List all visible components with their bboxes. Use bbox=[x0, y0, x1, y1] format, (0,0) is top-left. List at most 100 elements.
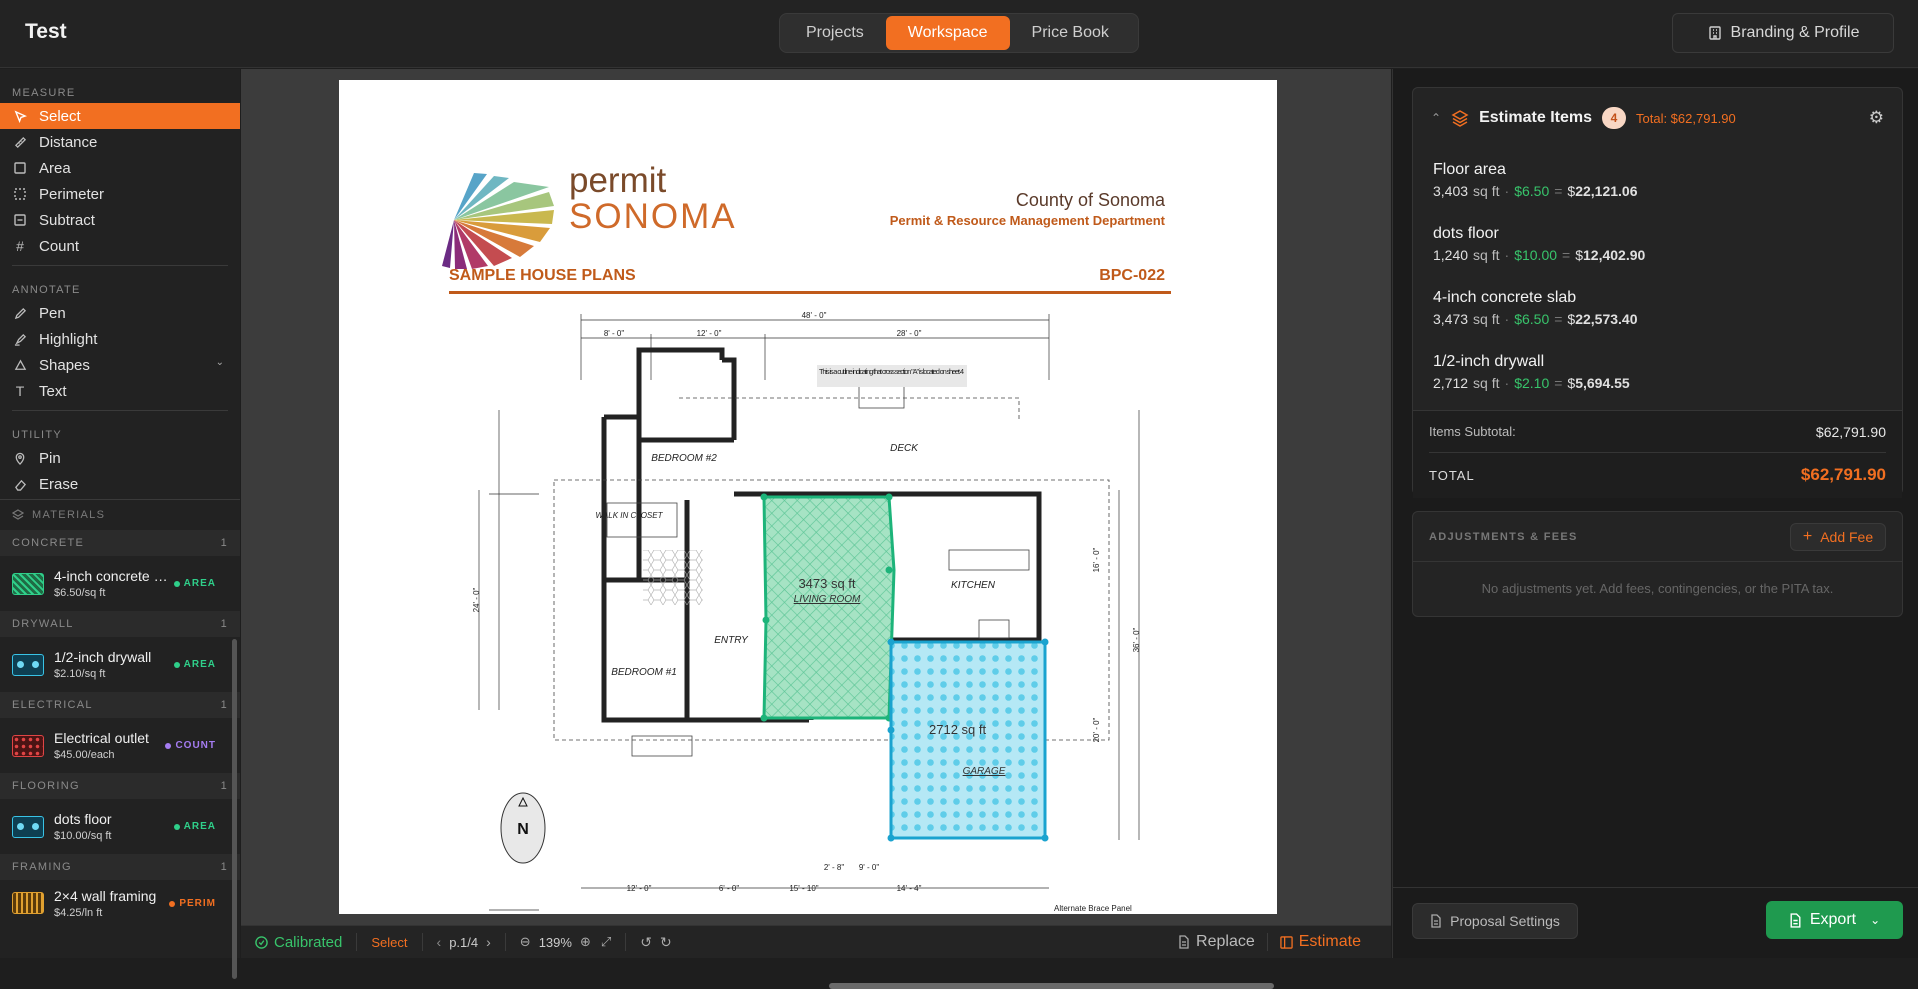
dim-label: 15' - 10" bbox=[789, 884, 818, 893]
gear-icon[interactable]: ⚙ bbox=[1869, 108, 1884, 128]
highlighter-icon bbox=[13, 332, 27, 346]
item-name: dots floor bbox=[1433, 225, 1499, 242]
tool-count[interactable]: # Count bbox=[0, 233, 240, 259]
plan-sheet[interactable]: permit SONOMA County of Sonoma Permit & … bbox=[339, 80, 1277, 914]
room-label: ENTRY bbox=[714, 635, 749, 646]
export-button[interactable]: Export ⌄ bbox=[1766, 901, 1903, 939]
logo-line2: SONOMA bbox=[569, 197, 737, 236]
chevron-up-icon[interactable]: ⌃ bbox=[1431, 111, 1441, 125]
category-flooring[interactable]: FLOORING 1 bbox=[0, 773, 240, 799]
category-count: 1 bbox=[220, 618, 228, 630]
dim-label: 9' - 0" bbox=[859, 863, 880, 872]
estimate-item[interactable]: Floor area 3,403 sq ft · $6.50 = $22,121.06 bbox=[1413, 148, 1902, 212]
top-bar: Test Projects Workspace Price Book Brand… bbox=[0, 0, 1918, 68]
tool-pin-label: Pin bbox=[39, 449, 61, 467]
estimate-item[interactable]: 4-inch concrete slab 3,473 sq ft · $6.50 = $2… bbox=[1413, 276, 1902, 340]
dim-label: 2' - 8" bbox=[824, 863, 845, 872]
tool-shapes[interactable]: Shapes ⌄ bbox=[0, 352, 240, 378]
estimate-toggle-button[interactable]: Estimate bbox=[1280, 933, 1361, 951]
category-concrete[interactable]: CONCRETE 1 bbox=[0, 530, 240, 556]
material-item[interactable]: 1/2-inch drywall $2.10/sq ft AREA bbox=[0, 637, 240, 692]
framing-swatch bbox=[12, 892, 44, 914]
rotate-left-icon[interactable]: ↺ bbox=[640, 934, 652, 951]
category-electrical[interactable]: ELECTRICAL 1 bbox=[0, 692, 240, 718]
category-framing[interactable]: FRAMING 1 bbox=[0, 854, 240, 880]
chevron-down-icon: ⌄ bbox=[1870, 913, 1881, 927]
dots-swatch bbox=[12, 653, 44, 676]
layers-icon bbox=[1451, 110, 1469, 127]
calibration-status[interactable]: Calibrated bbox=[255, 934, 342, 951]
tool-subtract-label: Subtract bbox=[39, 211, 95, 229]
measure-section-label: MEASURE bbox=[12, 87, 76, 99]
tab-price-book[interactable]: Price Book bbox=[1010, 16, 1131, 50]
item-rate[interactable]: 6.50 bbox=[1522, 311, 1549, 327]
chevron-left-icon[interactable]: ‹ bbox=[437, 934, 442, 950]
tool-select[interactable]: Select bbox=[0, 103, 240, 129]
drawing-canvas[interactable]: permit SONOMA County of Sonoma Permit & … bbox=[241, 69, 1627, 989]
tool-text-label: Text bbox=[39, 382, 67, 400]
tool-area[interactable]: Area bbox=[0, 155, 240, 181]
add-fee-button[interactable]: + Add Fee bbox=[1790, 522, 1886, 551]
plan-code: BPC-022 bbox=[1099, 267, 1165, 284]
tool-pin[interactable]: Pin bbox=[0, 445, 240, 471]
tool-count-label: Count bbox=[39, 237, 80, 255]
tool-shapes-label: Shapes bbox=[39, 356, 90, 374]
canvas-horizontal-scrollbar[interactable] bbox=[829, 983, 1274, 989]
dim-label: 12' - 0" bbox=[697, 329, 722, 338]
chevron-down-icon[interactable]: ⌄ bbox=[216, 357, 224, 368]
fit-screen-icon[interactable]: ⤢ bbox=[601, 934, 611, 950]
tool-highlight[interactable]: Highlight bbox=[0, 326, 240, 352]
tool-text[interactable]: T Text bbox=[0, 378, 240, 404]
rotate-right-icon[interactable]: ↻ bbox=[660, 934, 672, 951]
replace-label: Replace bbox=[1196, 933, 1255, 950]
calibrated-label: Calibrated bbox=[274, 933, 343, 951]
chevron-right-icon[interactable]: › bbox=[486, 934, 491, 950]
category-drywall[interactable]: DRYWALL 1 bbox=[0, 611, 240, 637]
estimate-item[interactable]: 1/2-inch drywall 2,712 sq ft · $2.10 = $5,694… bbox=[1413, 340, 1902, 404]
replace-button[interactable]: Replace bbox=[1178, 933, 1255, 951]
item-rate[interactable]: 10.00 bbox=[1522, 247, 1557, 263]
category-name: ELECTRICAL bbox=[12, 699, 93, 711]
dim-label: 24' - 0" bbox=[472, 587, 481, 612]
tool-erase-label: Erase bbox=[39, 475, 79, 493]
subtotal-value: $62,791.90 bbox=[1815, 423, 1886, 440]
estimate-item[interactable]: dots floor 1,240 sq ft · $10.00 = $12,402.90 bbox=[1413, 212, 1902, 276]
estimate-header[interactable]: ⌃ Estimate Items 4 Total: $62,791.90 ⚙ bbox=[1413, 88, 1902, 148]
zoom-out-icon[interactable]: ⊖ bbox=[520, 934, 531, 950]
tab-workspace[interactable]: Workspace bbox=[885, 16, 1010, 50]
estimate-total-summary: Total: $62,791.90 bbox=[1636, 110, 1736, 126]
tab-projects[interactable]: Projects bbox=[784, 16, 886, 50]
item-unit: sq ft bbox=[1473, 311, 1500, 327]
tool-distance-label: Distance bbox=[39, 133, 98, 151]
branding-profile-button[interactable]: Branding & Profile bbox=[1672, 13, 1894, 53]
tool-erase[interactable]: Erase bbox=[0, 471, 240, 497]
category-count: 1 bbox=[220, 861, 228, 873]
item-name: Floor area bbox=[1433, 161, 1506, 178]
item-rate[interactable]: 6.50 bbox=[1522, 183, 1549, 199]
tool-perimeter-label: Perimeter bbox=[39, 185, 105, 203]
dots-swatch bbox=[12, 815, 44, 838]
text-icon: T bbox=[15, 383, 25, 399]
document-icon bbox=[1179, 935, 1189, 949]
document-icon bbox=[1431, 914, 1441, 928]
floor-plan-drawing[interactable]: permit SONOMA County of Sonoma Permit & … bbox=[339, 80, 1277, 914]
item-count-badge: 4 bbox=[1602, 107, 1626, 129]
material-name: Electrical outlet bbox=[54, 730, 149, 746]
proposal-settings-button[interactable]: Proposal Settings bbox=[1412, 903, 1578, 939]
material-item[interactable]: Electrical outlet $45.00/each COUNT bbox=[0, 718, 240, 773]
material-item[interactable]: 2×4 wall framing $4.25/ln ft PERIM bbox=[0, 880, 240, 926]
tool-distance[interactable]: Distance bbox=[0, 129, 240, 155]
sidebar-scrollbar[interactable] bbox=[232, 639, 237, 979]
tool-perimeter[interactable]: Perimeter bbox=[0, 181, 240, 207]
zoom-in-icon[interactable]: ⊕ bbox=[580, 934, 591, 950]
tool-pen[interactable]: Pen bbox=[0, 300, 240, 326]
living-room-area: 3473 sq ft bbox=[798, 576, 855, 591]
tool-subtract[interactable]: Subtract bbox=[0, 207, 240, 233]
material-item[interactable]: 4-inch concrete slab $6.50/sq ft AREA bbox=[0, 556, 240, 611]
shapes-icon bbox=[13, 358, 27, 372]
item-rate[interactable]: 2.10 bbox=[1522, 375, 1549, 391]
dim-label: 6' - 0" bbox=[719, 884, 740, 893]
material-item[interactable]: dots floor $10.00/sq ft AREA bbox=[0, 799, 240, 854]
pin-icon bbox=[13, 451, 27, 465]
eraser-icon bbox=[13, 477, 27, 491]
